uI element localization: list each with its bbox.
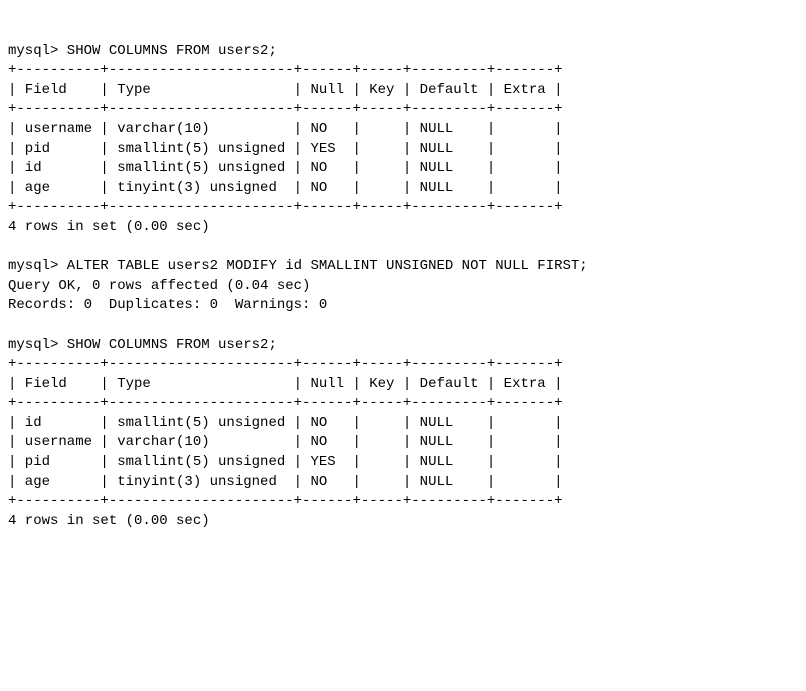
- mysql-terminal-output: mysql> SHOW COLUMNS FROM users2; +------…: [8, 42, 798, 532]
